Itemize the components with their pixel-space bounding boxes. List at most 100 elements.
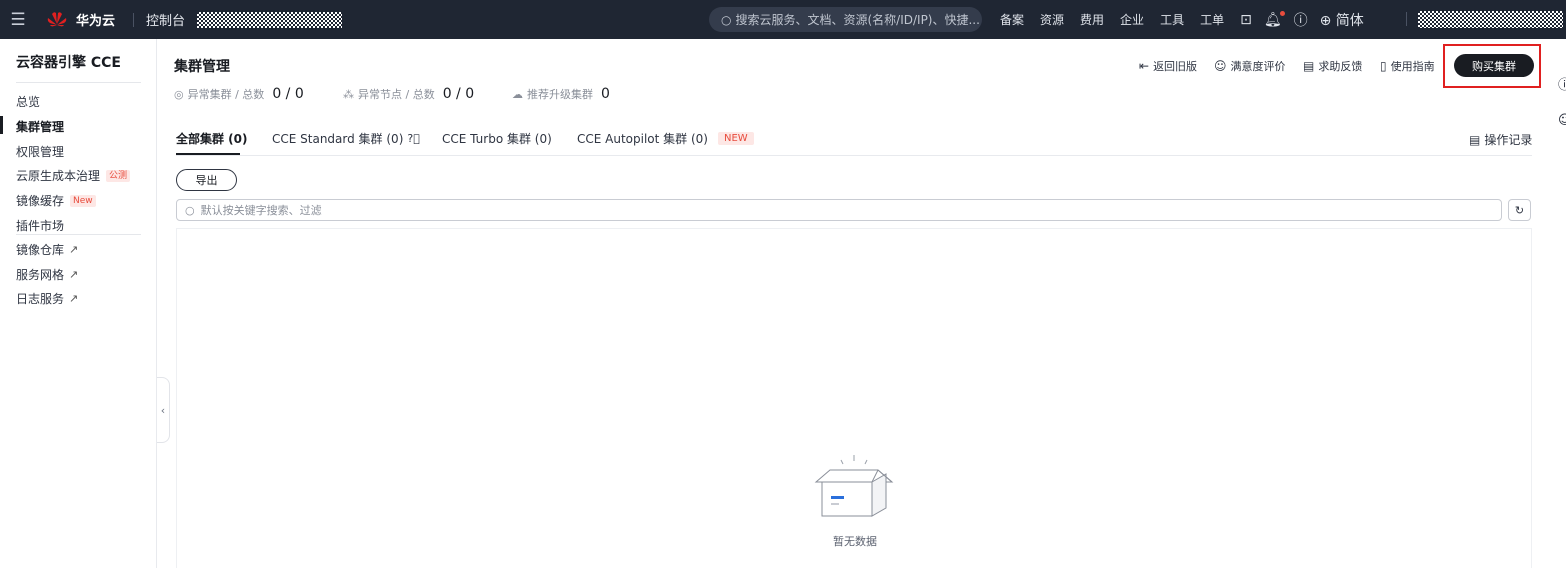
user-guide-link[interactable]: ▯ 使用指南 — [1380, 58, 1435, 74]
tab-label: CCE Standard 集群 (0) — [272, 132, 404, 146]
empty-box-icon — [814, 455, 894, 517]
operation-record-label: 操作记录 — [1484, 133, 1533, 147]
question-icon[interactable]: ?⃝ — [407, 132, 419, 145]
record-icon: ▤ — [1469, 132, 1481, 147]
feedback-icon: ▤ — [1303, 59, 1315, 73]
stat-value: 0 — [601, 86, 610, 102]
action-label: 返回旧版 — [1153, 60, 1198, 73]
floating-chat-icon[interactable]: ☺ — [1558, 113, 1566, 128]
stat-label: 异常集群 / 总数 — [187, 88, 265, 101]
top-navigation-bar: ☰ 华为云 控制台 ○ 搜索云服务、文档、资源(名称/ID/IP)、快捷... … — [0, 0, 1566, 39]
operation-record-link[interactable]: ▤ 操作记录 — [1469, 131, 1532, 148]
sidebar-item-log-service[interactable]: 日志服务 ↗ — [16, 290, 78, 307]
tab-cce-turbo[interactable]: CCE Turbo 集群 (0) — [442, 130, 552, 147]
return-icon: ⇤ — [1139, 59, 1150, 73]
sidebar-item-label: 云原生成本治理 — [16, 169, 101, 183]
sidebar-item-overview[interactable]: 总览 — [16, 93, 40, 110]
tab-cce-standard[interactable]: CCE Standard 集群 (0) ?⃝ — [272, 130, 420, 147]
notification-dot — [1279, 10, 1285, 16]
huawei-logo-icon — [47, 11, 67, 26]
stat-value: 0 / 0 — [272, 86, 304, 102]
search-icon: ○ — [185, 203, 195, 217]
new-badge: NEW — [717, 132, 754, 145]
redacted-region — [197, 11, 343, 28]
redacted-account[interactable] — [1418, 11, 1563, 28]
sidebar-item-label: 权限管理 — [16, 145, 65, 159]
chevron-left-icon: ‹ — [160, 403, 166, 417]
sidebar-item-permissions[interactable]: 权限管理 — [16, 143, 64, 160]
book-icon: ▯ — [1380, 59, 1387, 73]
help-icon[interactable]: ⓘ — [1294, 10, 1308, 30]
node-icon: ⁂ — [343, 87, 354, 101]
sidebar-item-addon-market[interactable]: 插件市场 — [16, 217, 64, 234]
empty-state-text: 暂无数据 — [833, 535, 877, 548]
brand-logo[interactable]: 华为云 — [46, 10, 115, 30]
topbar-links: 备案 资源 费用 企业 工具 工单 ⊡ 🔔︎ ⓘ ⊕ 简体 — [1000, 0, 1376, 39]
cloud-upgrade-icon: ☁ — [512, 87, 523, 101]
divider — [1406, 12, 1407, 26]
tabs-divider — [176, 155, 1532, 156]
sidebar-item-label: 服务网格 — [16, 268, 65, 282]
tab-cce-autopilot[interactable]: CCE Autopilot 集群 (0) NEW — [577, 130, 754, 147]
stat-abnormal-clusters: ◎ 异常集群 / 总数 0 / 0 — [174, 86, 304, 102]
buy-cluster-button[interactable]: 购买集群 — [1454, 54, 1534, 77]
floating-help-icon[interactable]: ⓘ — [1558, 74, 1566, 93]
sidebar-collapse-toggle[interactable]: ‹ — [157, 377, 170, 443]
console-link[interactable]: 控制台 — [146, 10, 185, 29]
tab-label: CCE Turbo 集群 (0) — [442, 132, 552, 146]
active-indicator — [0, 116, 3, 134]
sidebar-item-label: 插件市场 — [16, 219, 65, 233]
sidebar: 云容器引擎 CCE 总览 集群管理 权限管理 云原生成本治理 公测 镜像缓存 New… — [0, 39, 157, 568]
stat-label: 推荐升级集群 — [527, 88, 593, 101]
help-feedback-link[interactable]: ▤ 求助反馈 — [1303, 58, 1362, 74]
sidebar-item-label: 镜像仓库 — [16, 243, 65, 257]
sidebar-item-label: 集群管理 — [16, 120, 65, 134]
tab-all-clusters[interactable]: 全部集群 (0) — [176, 130, 248, 147]
sidebar-item-label: 总览 — [16, 95, 41, 109]
action-label: 使用指南 — [1390, 60, 1435, 73]
topbar-link-tools[interactable]: 工具 — [1160, 11, 1184, 28]
action-label: 求助反馈 — [1318, 60, 1363, 73]
new-badge: New — [70, 194, 96, 207]
sidebar-item-cost-governance[interactable]: 云原生成本治理 公测 — [16, 167, 131, 184]
external-link-icon: ↗ — [69, 292, 79, 305]
cluster-search-input[interactable]: ○ 默认按关键字搜索、过滤 — [176, 199, 1502, 221]
topbar-link-tickets[interactable]: 工单 — [1200, 11, 1224, 28]
brand-name: 华为云 — [76, 14, 116, 29]
back-to-old-version-link[interactable]: ⇤ 返回旧版 — [1139, 58, 1197, 74]
satisfaction-rating-link[interactable]: ☺ 满意度评价 — [1214, 58, 1286, 74]
page-title: 集群管理 — [174, 59, 230, 75]
refresh-icon: ↻ — [1514, 203, 1525, 217]
external-link-icon: ↗ — [69, 268, 79, 281]
global-search-placeholder: 搜索云服务、文档、资源(名称/ID/IP)、快捷... — [735, 13, 980, 27]
cloud-shell-icon[interactable]: ⊡ — [1240, 12, 1252, 28]
export-button[interactable]: 导出 — [176, 169, 237, 191]
tab-label: 全部集群 (0) — [176, 132, 248, 146]
external-link-icon: ↗ — [69, 243, 79, 256]
search-placeholder: 默认按关键字搜索、过滤 — [200, 204, 322, 217]
topbar-link-resources[interactable]: 资源 — [1040, 11, 1064, 28]
refresh-button[interactable]: ↻ — [1508, 199, 1531, 221]
topbar-link-enterprise[interactable]: 企业 — [1120, 11, 1144, 28]
globe-icon: ⊕ — [1319, 12, 1332, 29]
language-switch[interactable]: ⊕ 简体 — [1320, 10, 1364, 30]
sidebar-divider — [16, 234, 141, 235]
sidebar-item-image-repository[interactable]: 镜像仓库 ↗ — [16, 241, 78, 258]
stat-abnormal-nodes: ⁂ 异常节点 / 总数 0 / 0 — [343, 86, 474, 102]
notification-bell-icon[interactable]: 🔔︎ — [1264, 10, 1285, 28]
sidebar-divider — [16, 82, 141, 83]
action-label: 满意度评价 — [1230, 60, 1286, 73]
menu-icon[interactable]: ☰ — [0, 10, 36, 30]
topbar-link-billing[interactable]: 费用 — [1080, 11, 1104, 28]
search-icon: ○ — [721, 12, 732, 27]
stat-upgrade-recommended: ☁ 推荐升级集群 0 — [512, 86, 610, 102]
global-search-input[interactable]: ○ 搜索云服务、文档、资源(名称/ID/IP)、快捷... — [709, 7, 982, 32]
sidebar-item-label: 日志服务 — [16, 292, 65, 306]
sidebar-item-cluster-management[interactable]: 集群管理 — [16, 118, 64, 135]
sidebar-item-service-mesh[interactable]: 服务网格 ↗ — [16, 266, 78, 283]
tab-label: CCE Autopilot 集群 (0) — [577, 132, 708, 146]
language-label: 简体 — [1335, 12, 1364, 29]
sidebar-item-image-cache[interactable]: 镜像缓存 New — [16, 192, 96, 209]
topbar-link-filing[interactable]: 备案 — [1000, 11, 1024, 28]
cluster-icon: ◎ — [174, 87, 184, 101]
